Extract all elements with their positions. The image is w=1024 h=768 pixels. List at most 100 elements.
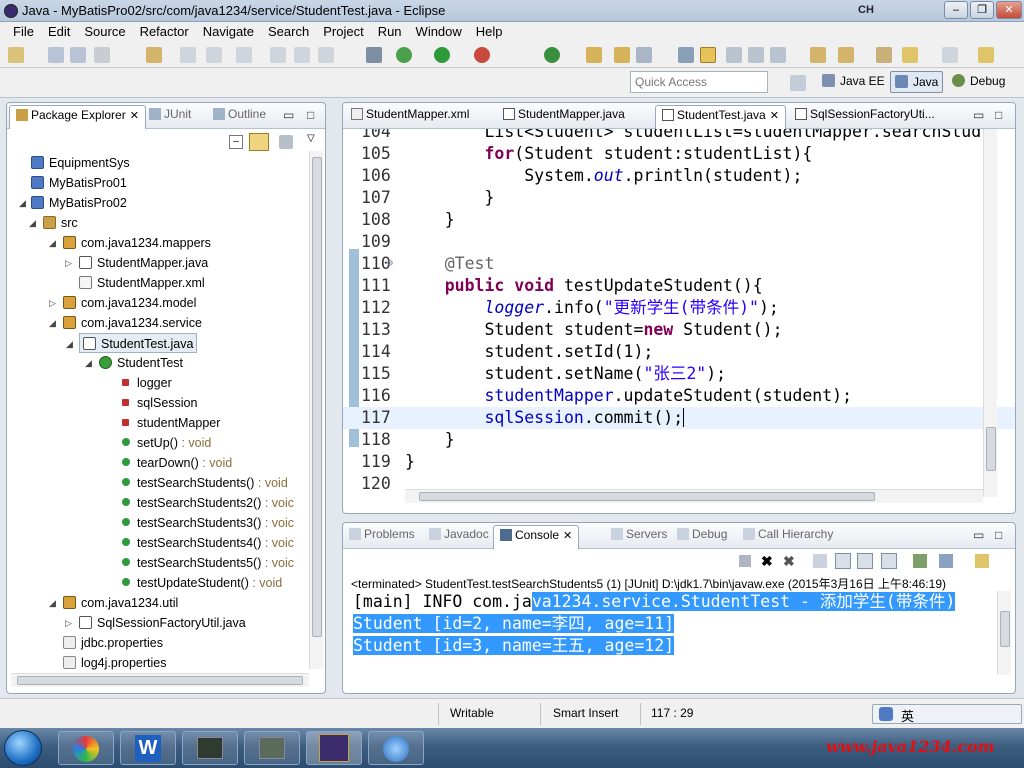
clear-console-icon[interactable]	[813, 554, 827, 568]
print-icon[interactable]	[94, 47, 110, 63]
tab-debug[interactable]: Debug	[677, 527, 727, 541]
back-nav-icon[interactable]	[902, 47, 918, 63]
scroll-thumb[interactable]	[986, 427, 996, 471]
tree-item[interactable]: studentMapper	[119, 413, 220, 433]
tab-javadoc[interactable]: Javadoc	[429, 527, 489, 541]
tab-sqlsessionfactoryutil[interactable]: SqlSessionFactoryUti...	[795, 107, 935, 121]
collapse-twisty-icon[interactable]: ◢	[19, 193, 27, 213]
expand-twisty-icon[interactable]: ▷	[65, 253, 73, 273]
new-icon[interactable]	[8, 47, 24, 63]
terminate-icon[interactable]	[739, 555, 751, 567]
display-console-icon[interactable]	[939, 554, 953, 568]
save-all-icon[interactable]	[70, 47, 86, 63]
minimize-icon[interactable]: ▭	[283, 108, 294, 122]
taskbar-eclipse-icon[interactable]	[306, 731, 362, 765]
expand-twisty-icon[interactable]: ▷	[49, 293, 57, 313]
word-wrap-icon[interactable]	[748, 47, 764, 63]
block-selection-icon[interactable]	[726, 47, 742, 63]
search-icon[interactable]	[636, 47, 652, 63]
close-icon[interactable]: ✕	[130, 110, 139, 122]
word-wrap-icon[interactable]	[857, 553, 873, 569]
fold-icon[interactable]: ⊖	[387, 253, 393, 275]
tree-item[interactable]: log4j.properties	[63, 653, 166, 673]
minimize-icon[interactable]: ▭	[973, 528, 984, 542]
tree-item[interactable]: StudentMapper.xml	[79, 273, 205, 293]
tree-item[interactable]: sqlSession	[119, 393, 197, 413]
menu-file[interactable]: File	[6, 22, 41, 42]
scroll-lock-icon[interactable]	[835, 553, 851, 569]
menu-project[interactable]: Project	[316, 22, 370, 42]
tab-call-hierarchy[interactable]: Call Hierarchy	[743, 527, 833, 541]
collapse-twisty-icon[interactable]: ◢	[66, 334, 74, 354]
tab-package-explorer[interactable]: Package Explorer ✕	[9, 105, 146, 129]
collapse-all-icon[interactable]: –	[229, 135, 243, 149]
tree-item[interactable]: ◢ src	[29, 213, 78, 233]
tree-item[interactable]: setUp() : void	[119, 433, 211, 453]
open-type-icon[interactable]	[586, 47, 602, 63]
ime-mode[interactable]: 英	[901, 706, 914, 725]
tab-studentmapper-xml[interactable]: StudentMapper.xml	[351, 107, 469, 121]
tree-item[interactable]: testUpdateStudent() : void	[119, 573, 282, 593]
taskbar-media-icon[interactable]	[368, 731, 424, 765]
perspective-java-ee[interactable]: Java EE	[818, 71, 889, 93]
terminate-icon[interactable]	[318, 47, 334, 63]
view-menu-icon[interactable]	[279, 135, 293, 149]
skip-breakpoints-icon[interactable]	[366, 47, 382, 63]
minimize-icon[interactable]: ▭	[973, 108, 984, 122]
highlight-icon[interactable]	[700, 47, 716, 63]
link-with-editor-icon[interactable]	[249, 133, 269, 151]
tree-vertical-scrollbar[interactable]	[309, 151, 323, 669]
collapse-twisty-icon[interactable]: ◢	[49, 313, 57, 333]
menu-source[interactable]: Source	[77, 22, 132, 42]
back-icon[interactable]	[236, 47, 252, 63]
console-vertical-scrollbar[interactable]	[997, 591, 1011, 675]
tree-item[interactable]: ◢ com.java1234.service	[49, 313, 202, 333]
minimize-button[interactable]: –	[944, 1, 968, 19]
menu-edit[interactable]: Edit	[41, 22, 77, 42]
perspective-java[interactable]: Java	[890, 71, 944, 93]
menu-help[interactable]: Help	[469, 22, 510, 42]
new-java-class-icon[interactable]	[544, 47, 560, 63]
menu-window[interactable]: Window	[409, 22, 469, 42]
ime-indicator[interactable]: CH	[858, 4, 874, 16]
collapse-twisty-icon[interactable]: ◢	[29, 213, 37, 233]
tree-item[interactable]: ◢ com.java1234.mappers	[49, 233, 211, 253]
menu-run[interactable]: Run	[371, 22, 409, 42]
tab-studenttest-java[interactable]: StudentTest.java ✕	[655, 105, 786, 129]
tab-console[interactable]: Console ✕	[493, 525, 580, 549]
tree-item[interactable]: ▷ com.java1234.model	[49, 293, 196, 313]
tree-item[interactable]: ◢ StudentTest.java	[66, 333, 198, 353]
toggle-mark-occurrences-icon[interactable]	[678, 47, 694, 63]
tree-item[interactable]: testSearchStudents5() : voic	[119, 553, 294, 573]
maximize-icon[interactable]: □	[307, 108, 314, 122]
tree-item[interactable]: ▷ SqlSessionFactoryUtil.java	[65, 613, 246, 633]
taskbar-terminal-icon[interactable]	[182, 731, 238, 765]
remove-all-icon[interactable]: ✖	[783, 553, 795, 570]
maximize-icon[interactable]: □	[995, 108, 1002, 122]
tab-servers[interactable]: Servers	[611, 527, 667, 541]
tab-junit[interactable]: JUnit	[149, 107, 191, 121]
editor-horizontal-scrollbar[interactable]	[405, 489, 983, 503]
tree-item[interactable]: testSearchStudents3() : voic	[119, 513, 294, 533]
collapse-twisty-icon[interactable]: ◢	[85, 353, 93, 373]
pin-console-icon[interactable]	[913, 554, 927, 568]
tree-item[interactable]: ◢ com.java1234.util	[49, 593, 178, 613]
editor-vertical-scrollbar[interactable]	[983, 129, 997, 497]
restore-button[interactable]: ❐	[970, 1, 994, 19]
pin-editor-icon[interactable]	[978, 47, 994, 63]
debug-icon[interactable]	[396, 47, 412, 63]
scroll-thumb[interactable]	[312, 157, 322, 637]
menu-search[interactable]: Search	[261, 22, 316, 42]
tree-item[interactable]: testSearchStudents4() : voic	[119, 533, 294, 553]
menu-refactor[interactable]: Refactor	[133, 22, 196, 42]
forward-nav-icon[interactable]	[942, 47, 958, 63]
scroll-thumb[interactable]	[419, 492, 875, 501]
taskbar-wps-icon[interactable]: W	[120, 731, 176, 765]
run-external-icon[interactable]	[474, 47, 490, 63]
next-annotation-icon[interactable]	[810, 47, 826, 63]
open-perspective-icon[interactable]	[790, 75, 806, 91]
expand-twisty-icon[interactable]: ▷	[65, 613, 73, 633]
last-edit-icon[interactable]	[876, 47, 892, 63]
chevron-down-icon[interactable]: ▽	[307, 133, 315, 144]
tab-problems[interactable]: Problems	[349, 527, 415, 541]
